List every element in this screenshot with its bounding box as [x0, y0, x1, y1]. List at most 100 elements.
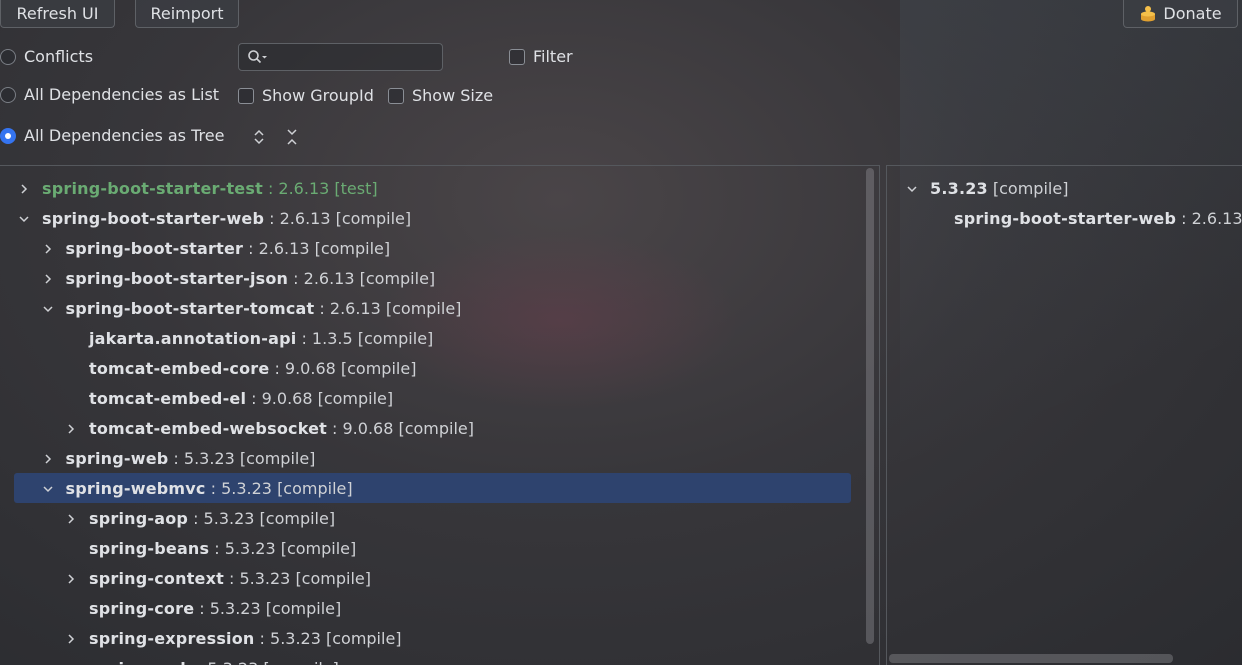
artifact-version: : 2.6.13 [compile]	[248, 238, 391, 258]
chevron-right-icon[interactable]	[64, 631, 78, 645]
tree-row[interactable]: tomcat-embed-el: 9.0.68 [compile]	[0, 383, 862, 413]
search-input[interactable]	[273, 47, 437, 69]
chevron-right-icon[interactable]	[41, 451, 55, 465]
artifact-name: tomcat-embed-websocket	[89, 418, 328, 438]
chevron-right-icon[interactable]	[64, 511, 78, 525]
show-groupid-option[interactable]: Show GroupId	[238, 86, 374, 105]
show-size-checkbox[interactable]	[388, 87, 404, 104]
collapse-all-icon[interactable]	[282, 127, 302, 147]
chevron-right-icon[interactable]	[41, 241, 55, 255]
artifact-version: : 5.3.23 [compile]	[228, 568, 371, 588]
artifact-name: tomcat-embed-core	[89, 358, 270, 378]
artifact-version: : 2.6.13 [compile]	[269, 208, 412, 228]
artifact-version: : 5.3.23 [compile]	[199, 598, 342, 618]
artifact-name: spring-beans	[89, 538, 210, 558]
all-list-label: All Dependencies as List	[24, 85, 220, 104]
tree-row[interactable]: tomcat-embed-core: 9.0.68 [compile]	[0, 353, 862, 383]
tree-row[interactable]: spring-boot-starter-json: 2.6.13 [compil…	[0, 263, 862, 293]
horizontal-scrollbar[interactable]	[889, 654, 1173, 663]
tree-row[interactable]: spring-expression: 5.3.23 [compile]	[0, 623, 862, 653]
chevron-right-icon[interactable]	[64, 421, 78, 435]
usage-row[interactable]: 5.3.23 [compile]	[887, 173, 1241, 203]
donate-label: Donate	[1163, 4, 1222, 23]
artifact-name: spring-web	[65, 448, 169, 468]
artifact-version: [compile]	[992, 178, 1069, 198]
coin-icon	[1141, 5, 1156, 21]
tree-row[interactable]: spring-boot-starter-web: 2.6.13 [compile…	[0, 203, 862, 233]
search-field[interactable]	[238, 43, 443, 71]
reimport-button[interactable]: Reimport	[135, 0, 239, 28]
all-list-radio[interactable]	[0, 86, 16, 103]
artifact-version: : 9.0.68 [compile]	[332, 418, 475, 438]
conflicts-radio[interactable]	[0, 48, 16, 65]
artifact-name: spring-webmvc	[65, 478, 206, 498]
filter-checkbox[interactable]	[509, 48, 525, 65]
artifact-name: spring-expression	[89, 628, 255, 648]
show-groupid-checkbox[interactable]	[238, 87, 254, 104]
artifact-version: : 2.6.13 [compile]	[319, 298, 462, 318]
chevron-down-icon[interactable]	[41, 481, 55, 495]
artifact-version: : 2.6.13 [compile]	[1181, 208, 1242, 228]
artifact-name: spring-core	[89, 598, 195, 618]
tree-row[interactable]: spring-aop: 5.3.23 [compile]	[0, 503, 862, 533]
usage-row[interactable]: spring-boot-starter-web: 2.6.13 [compile…	[887, 203, 1242, 233]
artifact-name: spring-boot-starter-json	[65, 268, 289, 288]
artifact-version: : 5.3.23 [compile]	[259, 628, 402, 648]
tree-row[interactable]: spring-boot-starter-test: 2.6.13 [test]	[0, 173, 862, 203]
artifact-name: spring-boot-starter-test	[42, 178, 263, 198]
chevron-down-icon[interactable]	[905, 181, 919, 195]
search-icon	[248, 50, 267, 64]
artifact-name: spring-boot-starter	[65, 238, 244, 258]
donate-button[interactable]: Donate	[1123, 0, 1238, 28]
dependency-tree-panel: spring-boot-starter-test: 2.6.13 [test] s…	[0, 165, 880, 665]
tree-row[interactable]: spring-boot-starter: 2.6.13 [compile]	[0, 233, 862, 263]
artifact-version: : 9.0.68 [compile]	[274, 358, 417, 378]
tree-row[interactable]: spring-beans: 5.3.23 [compile]	[0, 533, 862, 563]
reimport-label: Reimport	[150, 4, 224, 23]
all-tree-radio[interactable]	[0, 127, 16, 144]
artifact-version: : 5.3.23 [compile]	[193, 508, 336, 528]
tree-row[interactable]: spring-context: 5.3.23 [compile]	[0, 563, 862, 593]
usages-panel: 5.3.23 [compile] spring-boot-starter-web: …	[886, 165, 1242, 665]
filter-option[interactable]: Filter	[509, 47, 573, 66]
artifact-version: : 5.3.23 [compile]	[173, 448, 316, 468]
refresh-ui-label: Refresh UI	[16, 4, 99, 23]
vertical-scrollbar[interactable]	[866, 168, 874, 644]
tree-row[interactable]: spring-web: 5.3.23 [compile]	[0, 443, 862, 473]
tree-row[interactable]: spring-web : 5.3.23 [compile]	[0, 653, 862, 665]
artifact-version: : 2.6.13 [compile]	[293, 268, 436, 288]
all-list-option[interactable]: All Dependencies as List	[0, 85, 219, 104]
tree-row[interactable]: spring-boot-starter-tomcat: 2.6.13 [comp…	[0, 293, 862, 323]
chevron-right-icon[interactable]	[17, 181, 31, 195]
refresh-ui-button[interactable]: Refresh UI	[0, 0, 115, 28]
conflicts-label: Conflicts	[24, 47, 94, 66]
show-groupid-label: Show GroupId	[262, 86, 374, 105]
all-tree-label: All Dependencies as Tree	[24, 126, 225, 145]
chevron-right-icon[interactable]	[64, 571, 78, 585]
artifact-name: spring-boot-starter-tomcat	[65, 298, 315, 318]
chevron-down-icon[interactable]	[17, 211, 31, 225]
tree-row[interactable]: tomcat-embed-websocket: 9.0.68 [compile]	[0, 413, 862, 443]
artifact-name: spring-web	[89, 659, 192, 665]
artifact-name: spring-aop	[89, 508, 189, 528]
all-tree-option[interactable]: All Dependencies as Tree	[0, 126, 224, 145]
artifact-version: : 2.6.13 [test]	[267, 178, 378, 198]
artifact-version: : 1.3.5 [compile]	[301, 328, 434, 348]
tree-row[interactable]: jakarta.annotation-api: 1.3.5 [compile]	[0, 323, 862, 353]
tree-row[interactable]: spring-core: 5.3.23 [compile]	[0, 593, 862, 623]
conflicts-option[interactable]: Conflicts	[0, 47, 93, 66]
artifact-version: : 5.3.23 [compile]	[197, 659, 339, 665]
artifact-version: : 5.3.23 [compile]	[214, 538, 357, 558]
chevron-down-icon[interactable]	[41, 301, 55, 315]
expand-all-icon[interactable]	[249, 127, 269, 147]
tree-row[interactable]: spring-webmvc: 5.3.23 [compile]	[14, 473, 851, 503]
artifact-name: 5.3.23	[930, 178, 988, 198]
show-size-option[interactable]: Show Size	[388, 86, 493, 105]
artifact-name: jakarta.annotation-api	[89, 328, 297, 348]
filter-label: Filter	[533, 47, 573, 66]
show-size-label: Show Size	[412, 86, 494, 105]
artifact-name: spring-context	[89, 568, 224, 588]
artifact-version: : 5.3.23 [compile]	[210, 478, 353, 498]
chevron-right-icon[interactable]	[41, 271, 55, 285]
artifact-name: spring-boot-starter-web	[42, 208, 265, 228]
